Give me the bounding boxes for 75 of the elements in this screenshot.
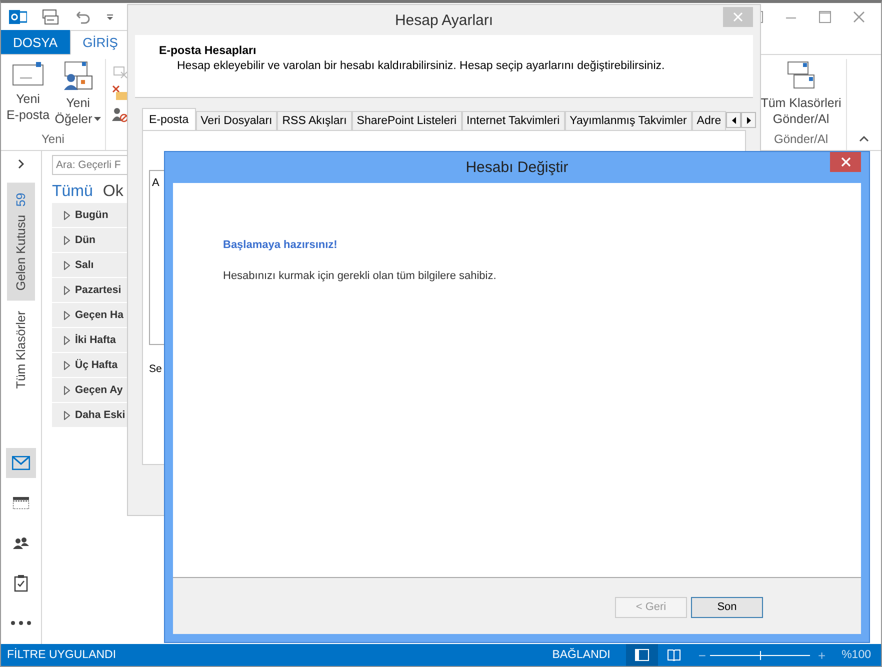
tab[interactable]: Yayımlanmış Takvimler <box>564 111 692 130</box>
filter-tab[interactable]: Tümü <box>52 183 93 201</box>
send-receive-icon[interactable] <box>41 8 59 26</box>
expand-pane-icon[interactable] <box>18 159 24 169</box>
tab[interactable]: Veri Dosyaları <box>196 111 278 130</box>
folder-tab[interactable]: Tüm Klasörler <box>7 300 35 398</box>
customize-icon[interactable] <box>105 12 115 22</box>
normal-view-icon <box>635 649 650 661</box>
zoom-level[interactable]: %100 <box>842 649 871 661</box>
group-header[interactable]: Dün <box>52 228 128 252</box>
right-arrow-icon <box>746 116 751 124</box>
message: Hesabınızı kurmak için gerekli olan tüm bilgilere sahibiz. <box>223 270 498 282</box>
close-icon <box>840 157 850 167</box>
expand-icon <box>64 410 70 420</box>
view-button[interactable] <box>626 644 658 666</box>
expand-icon <box>64 386 70 394</box>
expand-icon <box>64 260 70 270</box>
left-arrow-icon <box>732 116 736 124</box>
group-label: Yeni <box>42 132 64 148</box>
ribbon-tab[interactable]: DOSYA <box>1 30 70 54</box>
filter-tab[interactable]: Ok <box>102 183 124 201</box>
scroll-right-button[interactable] <box>741 112 756 128</box>
finish-button[interactable]: Son <box>691 596 763 618</box>
heading: Başlamaya hazırsınız! <box>223 239 338 251</box>
close-icon <box>733 12 743 22</box>
tab[interactable]: RSS Akışları <box>277 111 352 130</box>
folder-tab[interactable]: Gelen Kutusu 59 <box>7 183 35 301</box>
outlook-logo-icon <box>9 8 27 26</box>
filter-status: FİLTRE UYGULANDI <box>7 649 116 661</box>
column-header: A <box>152 177 160 189</box>
close-icon[interactable] <box>853 10 865 22</box>
new-items-icon <box>62 61 94 91</box>
collapse-ribbon-icon[interactable] <box>859 136 869 142</box>
group-header[interactable]: Üç Hafta <box>52 353 128 377</box>
tab[interactable]: E-posta <box>142 108 196 130</box>
clean-up-icon[interactable] <box>112 85 128 101</box>
expand-icon <box>64 310 70 320</box>
group-header[interactable]: Geçen Ay <box>52 378 128 402</box>
expand-icon <box>64 336 70 344</box>
ribbon-button[interactable]: Yeni Öğeler <box>55 59 101 132</box>
unread-count: 59 <box>14 193 28 207</box>
expand-icon <box>64 360 70 370</box>
group-header[interactable]: Pazartesi <box>52 278 128 302</box>
envelope-icon <box>12 61 44 87</box>
group-header[interactable]: İki Hafta <box>52 328 128 352</box>
group-header[interactable]: Geçen Ha <box>52 303 128 327</box>
ribbon-button[interactable]: Tüm Klasörleri Gönder/Al <box>760 59 842 132</box>
reading-view-icon <box>667 649 682 661</box>
calendar-icon <box>13 497 29 509</box>
group-header[interactable]: Daha Eski <box>52 403 128 427</box>
tasks-icon <box>14 574 28 592</box>
maximize-icon[interactable] <box>819 10 831 22</box>
selected-account-text: Se <box>149 363 163 375</box>
group-header[interactable]: Bugün <box>52 203 128 227</box>
group-header[interactable]: Salı <box>52 253 128 277</box>
ribbon-button[interactable]: Yeni E-posta <box>5 59 51 132</box>
search-field[interactable]: Ara: Geçerli F <box>52 155 128 175</box>
tab[interactable]: Adre <box>692 111 726 130</box>
expand-icon <box>64 286 70 294</box>
tab[interactable]: SharePoint Listeleri <box>352 111 462 130</box>
window-title: Hesap Ayarları <box>394 12 494 28</box>
people-icon <box>13 537 29 549</box>
window-title: Hesabı Değiştir <box>466 159 568 176</box>
tab[interactable]: Internet Takvimleri <box>462 111 565 130</box>
section-heading: E-posta Hesapları <box>159 45 258 57</box>
connection-status: BAĞLANDI <box>552 649 610 661</box>
close-button[interactable] <box>830 152 861 172</box>
send-receive-icon <box>785 61 817 91</box>
mail-icon <box>12 456 30 470</box>
expand-icon <box>64 236 70 244</box>
more-icon <box>11 621 31 625</box>
description: Hesap ekleyebilir ve varolan bir hesabı kaldırabilirsiniz. Hesap seçip ayarlarını değiştirebilirsiniz. <box>176 60 666 72</box>
expand-icon <box>64 210 70 220</box>
scroll-left-button[interactable] <box>726 112 742 128</box>
group-label: Gönder/Al <box>774 132 828 148</box>
